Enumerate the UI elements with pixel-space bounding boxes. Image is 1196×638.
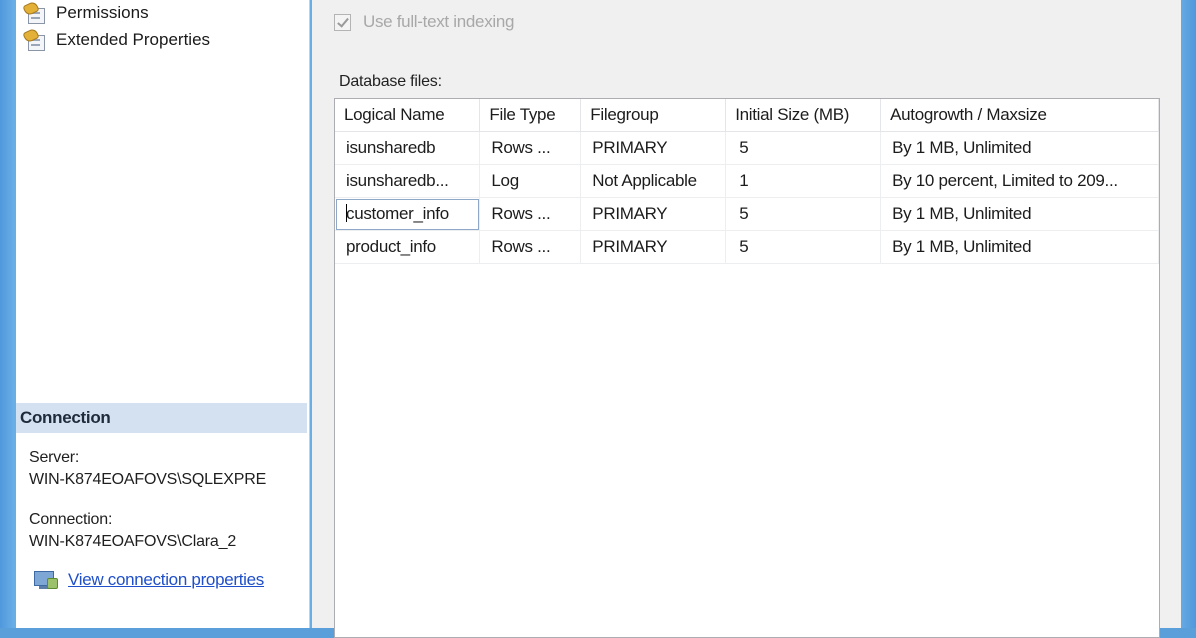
server-label: Server: bbox=[29, 449, 80, 466]
database-files-table: Logical Name File Type Filegroup Initial… bbox=[335, 99, 1159, 264]
fulltext-indexing-option: Use full-text indexing bbox=[334, 12, 515, 32]
column-header-initial-size[interactable]: Initial Size (MB) bbox=[725, 99, 882, 132]
cell-logical-name[interactable]: product_info bbox=[335, 230, 481, 264]
general-page-content: Use full-text indexing Database files: L… bbox=[312, 0, 1181, 638]
cell-autogrowth[interactable]: By 1 MB, Unlimited bbox=[880, 230, 1159, 264]
table-row[interactable]: customer_info Rows ... PRIMARY 5 By 1 MB… bbox=[335, 197, 1159, 231]
select-page-panel: Permissions Extended Properties Connecti… bbox=[16, 0, 310, 628]
fulltext-indexing-checkbox[interactable] bbox=[334, 13, 351, 31]
cell-logical-name[interactable]: isunsharedb bbox=[335, 131, 481, 165]
cell-autogrowth[interactable]: By 1 MB, Unlimited bbox=[880, 197, 1159, 231]
table-row[interactable]: isunsharedb Rows ... PRIMARY 5 By 1 MB, … bbox=[335, 131, 1159, 165]
cell-initial-size[interactable]: 5 bbox=[725, 197, 882, 231]
database-files-grid[interactable]: Logical Name File Type Filegroup Initial… bbox=[334, 98, 1160, 638]
cell-initial-size[interactable]: 5 bbox=[725, 131, 882, 165]
cell-filegroup[interactable]: PRIMARY bbox=[580, 230, 727, 264]
cell-filegroup[interactable]: PRIMARY bbox=[580, 131, 727, 165]
page-item-extended-properties[interactable]: Extended Properties bbox=[22, 27, 210, 53]
cell-autogrowth[interactable]: By 1 MB, Unlimited bbox=[880, 131, 1159, 165]
connection-value: WIN-K874EOAFOVS\Clara_2 bbox=[29, 533, 237, 550]
connection-header: Connection bbox=[16, 403, 307, 433]
server-value: WIN-K874EOAFOVS\SQLEXPRE bbox=[29, 471, 267, 488]
view-connection-properties-link[interactable]: View connection properties bbox=[32, 568, 264, 592]
column-header-autogrowth[interactable]: Autogrowth / Maxsize bbox=[880, 99, 1159, 132]
cell-file-type[interactable]: Rows ... bbox=[479, 230, 582, 264]
column-header-file-type[interactable]: File Type bbox=[479, 99, 582, 132]
cell-logical-name-text: customer_info bbox=[346, 204, 449, 223]
cell-initial-size[interactable]: 1 bbox=[725, 164, 882, 198]
cell-filegroup[interactable]: Not Applicable bbox=[580, 164, 727, 198]
page-wrench-icon bbox=[22, 27, 46, 51]
window-right-border bbox=[1181, 0, 1196, 628]
table-row[interactable]: product_info Rows ... PRIMARY 5 By 1 MB,… bbox=[335, 230, 1159, 264]
table-row[interactable]: isunsharedb... Log Not Applicable 1 By 1… bbox=[335, 164, 1159, 198]
cell-filegroup[interactable]: PRIMARY bbox=[580, 197, 727, 231]
connection-properties-icon bbox=[32, 568, 58, 592]
cell-file-type[interactable]: Rows ... bbox=[479, 131, 582, 165]
page-item-permissions[interactable]: Permissions bbox=[22, 0, 149, 26]
cell-logical-name-editing[interactable]: customer_info bbox=[335, 197, 481, 231]
fulltext-indexing-label: Use full-text indexing bbox=[363, 12, 515, 31]
table-header-row: Logical Name File Type Filegroup Initial… bbox=[335, 99, 1159, 132]
column-header-logical-name[interactable]: Logical Name bbox=[335, 99, 481, 132]
cell-logical-name[interactable]: isunsharedb... bbox=[335, 164, 481, 198]
cell-file-type[interactable]: Rows ... bbox=[479, 197, 582, 231]
cell-initial-size[interactable]: 5 bbox=[725, 230, 882, 264]
database-files-label: Database files: bbox=[339, 73, 442, 90]
page-item-label: Extended Properties bbox=[56, 30, 211, 49]
page-wrench-icon bbox=[22, 0, 46, 24]
cell-file-type[interactable]: Log bbox=[479, 164, 582, 198]
view-connection-properties-label[interactable]: View connection properties bbox=[68, 570, 264, 590]
column-header-filegroup[interactable]: Filegroup bbox=[580, 99, 727, 132]
cell-autogrowth[interactable]: By 10 percent, Limited to 209... bbox=[880, 164, 1159, 198]
connection-label: Connection: bbox=[29, 511, 113, 528]
page-item-label: Permissions bbox=[56, 3, 149, 22]
